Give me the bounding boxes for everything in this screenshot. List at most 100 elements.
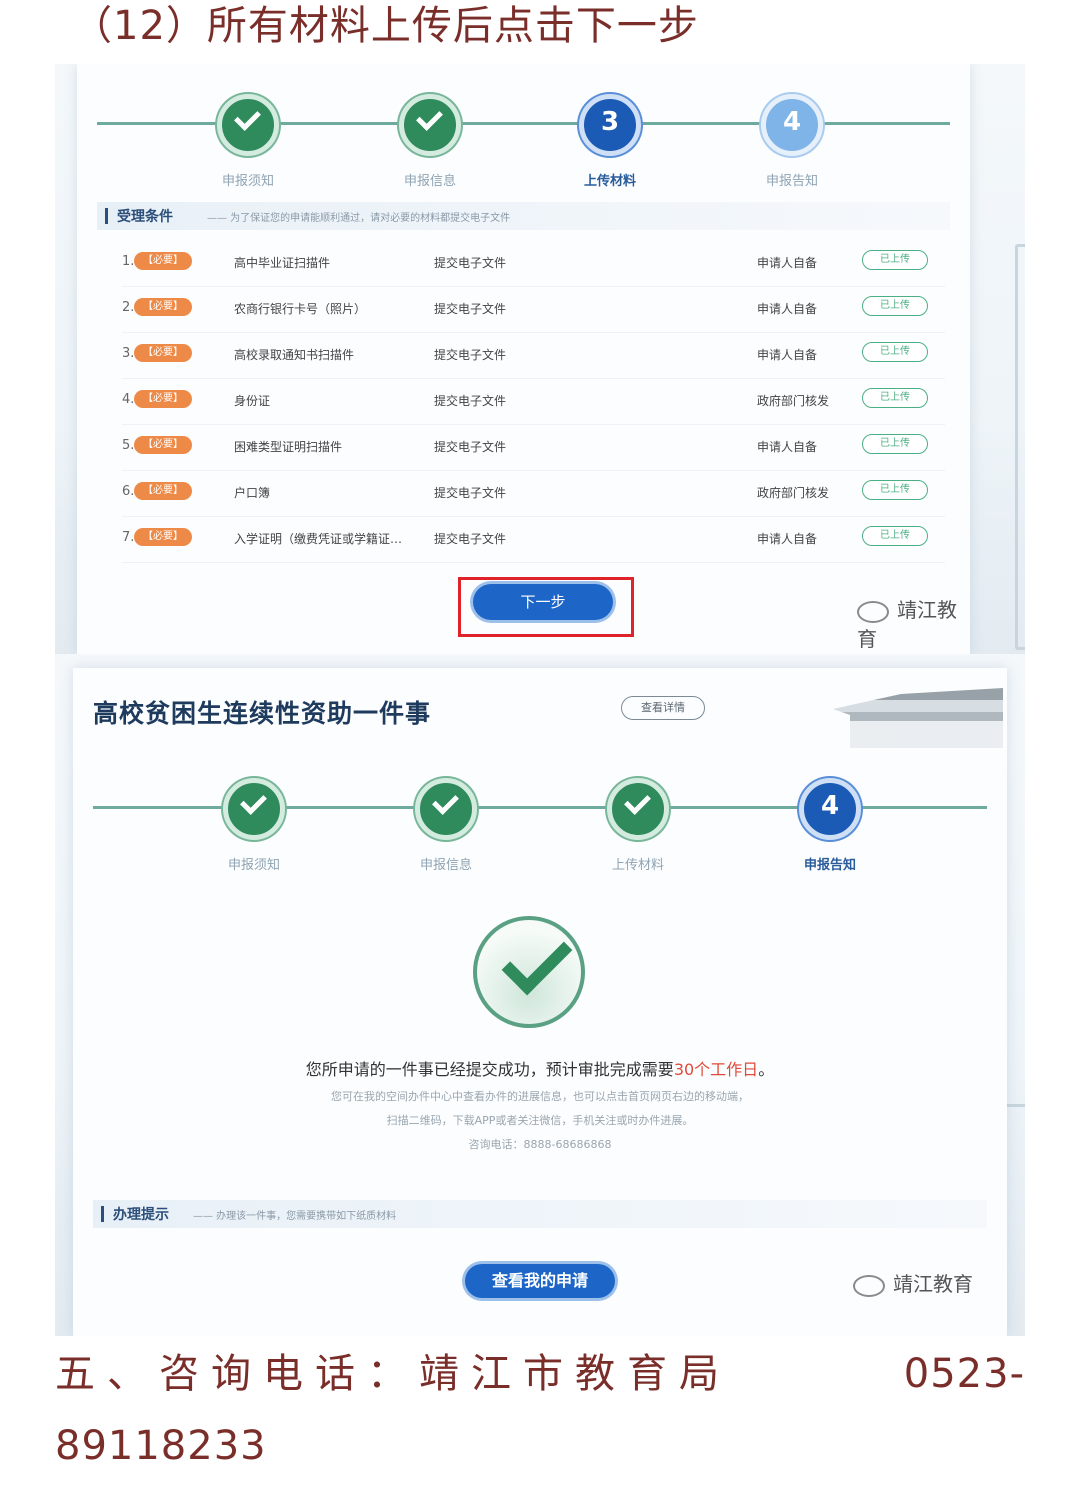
row-index: 4. [122, 392, 135, 407]
view-my-application-button[interactable]: 查看我的申请 [465, 1264, 615, 1298]
material-name: 农商行银行卡号（照片） [234, 302, 367, 316]
step-notify: 4 申报告知 [735, 778, 925, 873]
section-note: —— 办理该一件事，您需要携带如下纸质材料 [193, 1211, 397, 1222]
table-row: 1. 【必要】 高中毕业证扫描件 提交电子文件 申请人自备 已上传 [122, 240, 945, 287]
success-panel: 高校贫困生连续性资助一件事 查看详情 申报须知 申报信息 上传材料 4 申报告知… [73, 668, 1007, 1336]
material-source: 申请人自备 [757, 532, 818, 546]
table-row: 5. 【必要】 困难类型证明扫描件 提交电子文件 申请人自备 已上传 [122, 424, 945, 471]
table-row: 2. 【必要】 农商行银行卡号（照片） 提交电子文件 申请人自备 已上传 [122, 286, 945, 333]
info-line: 扫描二维码，下载APP或者关注微信，手机关注或时办件进展。 [386, 1114, 694, 1127]
uploaded-status-button[interactable]: 已上传 [862, 296, 928, 316]
step-done-icon [415, 778, 477, 840]
step-label: 申报告知 [803, 858, 856, 873]
instruction-heading: （12）所有材料上传后点击下一步 [72, 3, 699, 49]
wechat-icon [857, 600, 889, 623]
watermark: 靖江教育 [853, 1268, 973, 1297]
info-line: 您可在我的空间办件中心中查看办件的进展信息，也可以点击首页网页右边的移动端， [331, 1090, 749, 1103]
contact-line: 五、咨询电话：靖江市教育局 0523- [55, 1346, 1025, 1402]
acceptance-conditions-bar: 受理条件 —— 为了保证您的申请能顺利通过，请对必要的材料都提交电子文件 [97, 202, 950, 230]
required-badge: 【必要】 [134, 436, 192, 454]
section-title: 办理提示 [113, 1207, 169, 1223]
contact-label: 五、咨询电话：靖江市教育局 [55, 1351, 731, 1397]
uploaded-status-button[interactable]: 已上传 [862, 526, 928, 546]
required-badge: 【必要】 [134, 298, 192, 316]
uploaded-status-button[interactable]: 已上传 [862, 388, 928, 408]
wechat-icon [853, 1274, 885, 1297]
watermark: 靖江教育 [857, 598, 957, 651]
step-number-icon: 3 [579, 94, 641, 156]
step-number-icon: 4 [761, 94, 823, 156]
section-marker [105, 208, 108, 224]
success-check-icon [473, 916, 585, 1028]
step-info: 申报信息 [351, 778, 541, 873]
row-index: 1. [122, 254, 135, 269]
material-name: 户口簿 [234, 486, 271, 500]
material-source: 政府部门核发 [757, 394, 830, 408]
page-title: 高校贫困生连续性资助一件事 [93, 699, 432, 728]
material-source: 申请人自备 [757, 348, 818, 362]
required-badge: 【必要】 [134, 252, 192, 270]
step-number-icon: 4 [799, 778, 861, 840]
upload-panel: 申报须知 申报信息 3 上传材料 4 申报告知 受理条件 —— 为了保证您的申请… [77, 64, 970, 654]
success-message: 您所申请的一件事已经提交成功，预计审批完成需要30个工作日。 [305, 1060, 775, 1079]
upload-materials-screenshot: 申报须知 申报信息 3 上传材料 4 申报告知 受理条件 —— 为了保证您的申请… [55, 64, 1025, 654]
step-label: 申报信息 [403, 174, 456, 189]
submission-type: 提交电子文件 [434, 348, 507, 362]
step-label: 上传材料 [583, 174, 636, 189]
architecture-decoration [833, 688, 1003, 748]
material-name: 身份证 [234, 394, 271, 408]
step-label: 申报告知 [765, 174, 818, 189]
submission-success-screenshot: 高校贫困生连续性资助一件事 查看详情 申报须知 申报信息 上传材料 4 申报告知… [55, 654, 1025, 1336]
step-done-icon [223, 778, 285, 840]
step-upload: 3 上传材料 [515, 94, 705, 189]
step-notice: 申报须知 [153, 94, 343, 189]
required-badge: 【必要】 [134, 390, 192, 408]
material-source: 申请人自备 [757, 440, 818, 454]
submission-type: 提交电子文件 [434, 302, 507, 316]
row-index: 6. [122, 484, 135, 499]
submission-type: 提交电子文件 [434, 532, 507, 546]
required-badge: 【必要】 [134, 528, 192, 546]
material-source: 申请人自备 [757, 302, 818, 316]
uploaded-status-button[interactable]: 已上传 [862, 342, 928, 362]
step-info: 申报信息 [335, 94, 525, 189]
required-badge: 【必要】 [134, 482, 192, 500]
consult-phone: 咨询电话：8888-68686868 [468, 1138, 612, 1151]
contact-phone-number: 89118233 [55, 1423, 267, 1469]
table-row: 6. 【必要】 户口簿 提交电子文件 政府部门核发 已上传 [122, 470, 945, 517]
material-source: 申请人自备 [757, 256, 818, 270]
submission-type: 提交电子文件 [434, 440, 507, 454]
section-marker [101, 1206, 104, 1222]
uploaded-status-button[interactable]: 已上传 [862, 250, 928, 270]
step-done-icon [217, 94, 279, 156]
step-notify: 4 申报告知 [697, 94, 887, 189]
step-label: 申报须知 [221, 174, 274, 189]
view-details-button[interactable]: 查看详情 [621, 696, 705, 720]
step-label: 上传材料 [611, 858, 664, 873]
material-source: 政府部门核发 [757, 486, 830, 500]
submission-type: 提交电子文件 [434, 256, 507, 270]
row-index: 5. [122, 438, 135, 453]
processing-tips-bar: 办理提示 —— 办理该一件事，您需要携带如下纸质材料 [93, 1200, 987, 1228]
bridge-decoration [1015, 244, 1025, 650]
uploaded-status-button[interactable]: 已上传 [862, 434, 928, 454]
uploaded-status-button[interactable]: 已上传 [862, 480, 928, 500]
step-done-icon [607, 778, 669, 840]
row-index: 2. [122, 300, 135, 315]
section-note: —— 为了保证您的申请能顺利通过，请对必要的材料都提交电子文件 [207, 213, 511, 224]
review-duration: 30个工作日 [673, 1060, 759, 1079]
next-step-button[interactable]: 下一步 [473, 584, 613, 620]
row-index: 3. [122, 346, 135, 361]
step-label: 申报须知 [227, 858, 280, 873]
table-row: 4. 【必要】 身份证 提交电子文件 政府部门核发 已上传 [122, 378, 945, 425]
material-name: 高中毕业证扫描件 [234, 256, 331, 270]
step-upload: 上传材料 [543, 778, 733, 873]
submission-type: 提交电子文件 [434, 486, 507, 500]
required-badge: 【必要】 [134, 344, 192, 362]
submission-type: 提交电子文件 [434, 394, 507, 408]
section-title: 受理条件 [117, 209, 173, 225]
material-name: 入学证明（缴费凭证或学籍证… [234, 532, 403, 546]
table-row: 7. 【必要】 入学证明（缴费凭证或学籍证… 提交电子文件 申请人自备 已上传 [122, 516, 945, 563]
contact-phone-prefix: 0523- [903, 1351, 1025, 1397]
material-name: 困难类型证明扫描件 [234, 440, 343, 454]
